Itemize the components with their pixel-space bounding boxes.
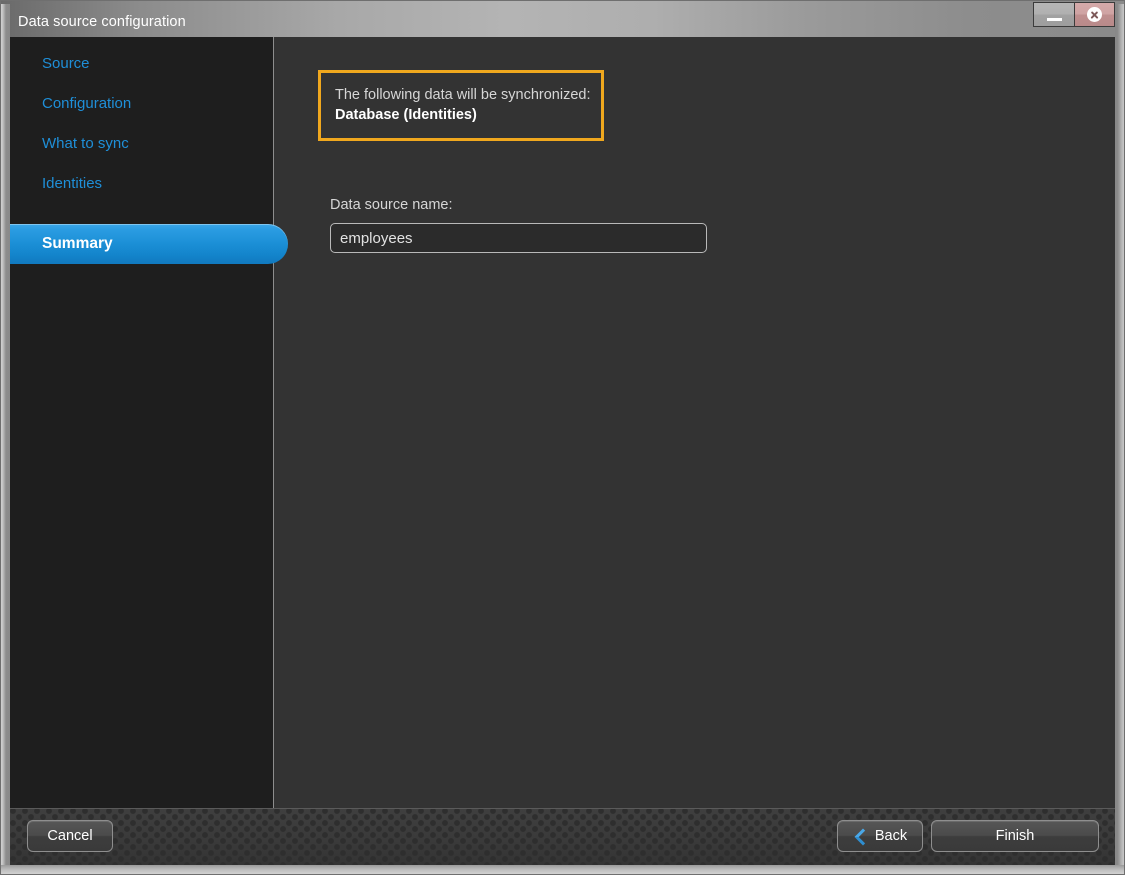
content-panel: The following data will be synchronized:… [274,37,1115,808]
title-bar[interactable]: Data source configuration [1,1,1124,37]
finish-button[interactable]: Finish [931,820,1099,852]
sync-summary-box: The following data will be synchronized:… [318,70,604,141]
dialog-window: Data source configuration Source Configu… [0,0,1125,875]
back-button-label: Back [874,828,908,844]
minimize-button[interactable] [1033,2,1074,27]
window-frame-left [0,4,10,870]
close-icon [1087,7,1102,22]
sidebar-item-label: Summary [42,235,113,252]
finish-button-label: Finish [995,828,1035,844]
back-button-content: Back [853,828,907,844]
dialog-footer: Cancel Back Finish [10,808,1115,865]
dialog-body: Source Configuration What to sync Identi… [10,37,1115,808]
sidebar-item-identities[interactable]: Identities [10,163,273,203]
wizard-sidebar: Source Configuration What to sync Identi… [10,37,288,808]
window-frame-right [1115,4,1125,870]
sidebar-item-summary[interactable]: Summary [10,224,288,264]
sidebar-item-label: Source [42,54,90,72]
window-frame-bottom [0,865,1125,875]
footer-divider [10,808,1115,809]
sidebar-item-label: Identities [42,174,103,192]
window-controls [1033,2,1115,27]
minimize-icon [1046,17,1062,21]
sync-summary-value: Database (Identities) [335,107,477,123]
cancel-button[interactable]: Cancel [27,820,113,852]
data-source-name-label: Data source name: [330,197,453,213]
data-source-name-input[interactable] [330,223,707,253]
close-button[interactable] [1074,2,1115,27]
sidebar-item-label: Configuration [42,94,132,112]
window-title: Data source configuration [18,14,186,30]
cancel-button-label: Cancel [47,828,93,844]
back-button[interactable]: Back [837,820,923,852]
sidebar-item-configuration[interactable]: Configuration [10,83,273,123]
sync-summary-text: The following data will be synchronized: [335,87,591,103]
sidebar-item-label: What to sync [42,134,129,152]
sidebar-item-source[interactable]: Source [10,43,273,83]
chevron-left-icon [853,829,868,844]
sidebar-item-what-to-sync[interactable]: What to sync [10,123,273,163]
